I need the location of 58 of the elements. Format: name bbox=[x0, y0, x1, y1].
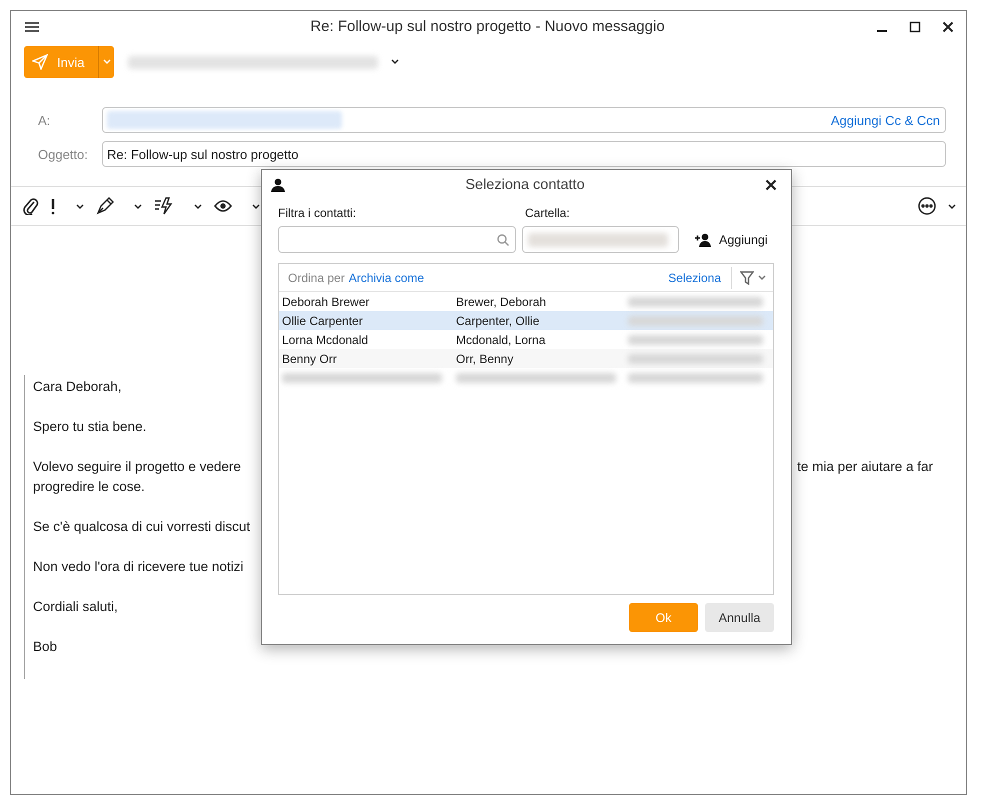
person-icon bbox=[271, 178, 285, 192]
table-cell-text: Benny Orr bbox=[282, 352, 338, 366]
add-contact-button[interactable]: Aggiungi bbox=[695, 232, 768, 246]
filter-field[interactable] bbox=[278, 226, 516, 253]
caret-icon[interactable] bbox=[390, 58, 400, 66]
contact-row[interactable]: Benny Orr Orr, Benny bbox=[279, 349, 773, 368]
window-title: Re: Follow-up sul nostro progetto - Nuovo messaggio bbox=[309, 18, 666, 35]
sort-label: Ordina per bbox=[288, 270, 345, 284]
table-cell-text: Mcdonald, Lorna bbox=[456, 332, 546, 346]
exclamation-icon[interactable] bbox=[50, 197, 56, 215]
more-icon[interactable] bbox=[918, 197, 936, 215]
close-icon[interactable] bbox=[765, 179, 777, 191]
to-label: A: bbox=[38, 112, 52, 128]
cancel-button[interactable]: Annulla bbox=[705, 603, 774, 632]
search-icon bbox=[497, 234, 509, 246]
caret-icon[interactable] bbox=[251, 202, 261, 210]
pen-icon[interactable] bbox=[96, 197, 114, 215]
table-cell-text: Lorna Mcdonald bbox=[282, 332, 370, 346]
paperclip-icon[interactable] bbox=[23, 197, 39, 215]
sort-link[interactable]: Archivia come bbox=[348, 270, 424, 284]
dialog-title: Seleziona contatto bbox=[464, 177, 586, 193]
body-text: progredire le cose. bbox=[33, 478, 145, 496]
filter-icon[interactable] bbox=[740, 270, 754, 284]
body-text: Cara Deborah, bbox=[33, 378, 122, 396]
menu-icon[interactable] bbox=[25, 20, 39, 32]
caret-icon[interactable] bbox=[75, 202, 85, 210]
lightning-icon[interactable] bbox=[154, 197, 174, 215]
caret-icon[interactable] bbox=[133, 202, 143, 210]
send-icon bbox=[32, 54, 48, 70]
body-text: Volevo seguire il progetto e vedere bbox=[33, 458, 241, 476]
close-icon[interactable] bbox=[942, 20, 954, 32]
cc-link[interactable]: Aggiungi Cc & Ccn bbox=[830, 112, 940, 128]
eye-icon[interactable] bbox=[214, 199, 232, 213]
table-cell-text: Ollie Carpenter bbox=[282, 314, 364, 328]
filter-label: Filtra i contatti: bbox=[278, 206, 358, 222]
table-cell-text: Orr, Benny bbox=[456, 352, 514, 366]
select-link[interactable]: Seleziona bbox=[668, 270, 721, 284]
maximize-icon[interactable] bbox=[909, 20, 921, 32]
body-text: Bob bbox=[33, 638, 58, 656]
body-text: Non vedo l'ora di ricevere tue notizi bbox=[33, 558, 244, 576]
contact-row[interactable]: Ollie Carpenter Carpenter, Ollie bbox=[279, 311, 773, 330]
subject-label: Oggetto: bbox=[38, 146, 89, 162]
body-text: te mia per aiutare a far bbox=[797, 458, 933, 476]
folder-label: Cartella: bbox=[525, 206, 570, 222]
table-cell-text: Deborah Brewer bbox=[282, 294, 370, 308]
caret-icon bbox=[102, 58, 112, 66]
caret-icon[interactable] bbox=[947, 202, 957, 210]
body-text: Cordiali saluti, bbox=[33, 598, 118, 616]
subject-field[interactable]: Re: Follow-up sul nostro progetto bbox=[102, 141, 946, 167]
to-field[interactable]: Aggiungi Cc & Ccn bbox=[102, 107, 946, 133]
table-cell-text: Brewer, Deborah bbox=[456, 294, 548, 308]
folder-field[interactable] bbox=[522, 226, 679, 253]
caret-icon[interactable] bbox=[193, 202, 203, 210]
body-text: Se c'è qualcosa di cui vorresti discut bbox=[33, 518, 250, 536]
table-cell-text: Carpenter, Ollie bbox=[456, 314, 540, 328]
add-person-icon bbox=[695, 232, 711, 246]
send-options-button[interactable] bbox=[98, 46, 114, 78]
body-text: Spero tu stia bene. bbox=[33, 418, 146, 436]
